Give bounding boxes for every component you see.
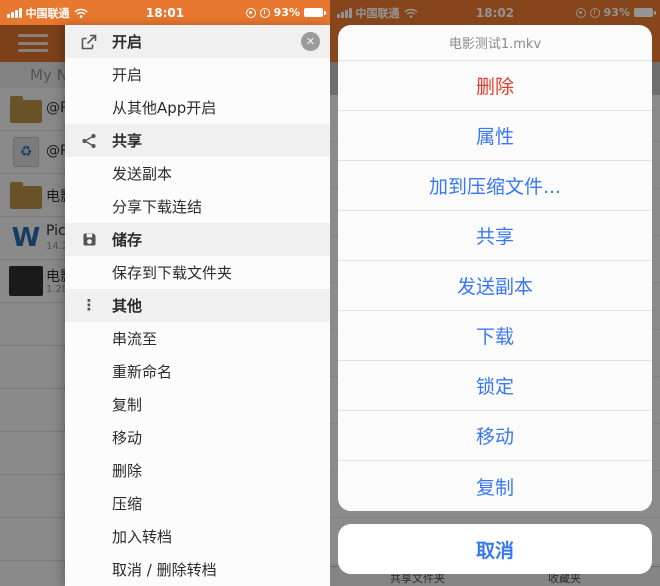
menu-section-other: ⋮ 其他 <box>65 289 330 322</box>
left-status-bar: 中国联通 18:01 93% <box>0 0 330 25</box>
wifi-icon <box>73 8 88 18</box>
open-in-icon <box>80 25 98 58</box>
menu-section-share: 共享 <box>65 124 330 157</box>
menu-section-open: 开启 ✕ <box>65 25 330 58</box>
file-action-sheet: 电影测试1.mkv 删除 属性 加到压缩文件... 共享 发送副本 下载 锁定 … <box>338 25 652 511</box>
sheet-item-move[interactable]: 移动 <box>338 411 652 461</box>
status-time: 18:01 <box>145 5 185 20</box>
menu-section-label: 其他 <box>112 297 143 315</box>
sheet-item-download[interactable]: 下载 <box>338 311 652 361</box>
menu-item-delete[interactable]: 删除 <box>65 454 330 487</box>
menu-section-label: 开启 <box>112 33 143 51</box>
menu-item-share-download-link[interactable]: 分享下载连结 <box>65 190 330 223</box>
more-dots-icon: ⋮ <box>81 296 97 314</box>
menu-item-open-with-other-app[interactable]: 从其他App开启 <box>65 91 330 124</box>
menu-item-rename[interactable]: 重新命名 <box>65 355 330 388</box>
sheet-item-share[interactable]: 共享 <box>338 211 652 261</box>
sheet-item-send-copy[interactable]: 发送副本 <box>338 261 652 311</box>
signal-bars-icon <box>7 7 22 18</box>
file-actions-menu: 开启 ✕ 开启 从其他App开启 共享 发送副本 分享下载连结 储存 保存到下载… <box>65 25 330 586</box>
menu-item-save-to-download-folder[interactable]: 保存到下载文件夹 <box>65 256 330 289</box>
two-screenshot-stage: 中国联通 18:01 93% My NA @R ♻ @R 电影 W Pic 14… <box>0 0 660 586</box>
cancel-button[interactable]: 取消 <box>338 524 652 574</box>
sheet-item-copy[interactable]: 复制 <box>338 461 652 511</box>
close-icon[interactable]: ✕ <box>301 32 320 51</box>
right-phone-screen: 中国联通 18:02 93% 共享文件夹 收藏夹 电影测试1.mkv 删除 属性… <box>330 0 660 586</box>
orientation-lock-icon <box>245 7 256 18</box>
save-icon <box>80 223 98 256</box>
sheet-item-delete[interactable]: 删除 <box>338 61 652 111</box>
menu-item-send-copy[interactable]: 发送副本 <box>65 157 330 190</box>
carrier-label: 中国联通 <box>25 6 70 20</box>
menu-item-compress[interactable]: 压缩 <box>65 487 330 520</box>
menu-item-copy[interactable]: 复制 <box>65 388 330 421</box>
menu-item-cancel-delete-transcode[interactable]: 取消 / 删除转档 <box>65 553 330 586</box>
battery-percent: 93% <box>273 6 300 19</box>
menu-section-save: 储存 <box>65 223 330 256</box>
alarm-icon <box>259 7 270 18</box>
sheet-item-properties[interactable]: 属性 <box>338 111 652 161</box>
menu-item-add-to-transcode[interactable]: 加入转档 <box>65 520 330 553</box>
sheet-item-add-to-archive[interactable]: 加到压缩文件... <box>338 161 652 211</box>
menu-item-open[interactable]: 开启 <box>65 58 330 91</box>
left-phone-screen: 中国联通 18:01 93% My NA @R ♻ @R 电影 W Pic 14… <box>0 0 330 586</box>
left-status-right-group: 93% <box>245 6 326 19</box>
share-icon <box>80 124 98 157</box>
menu-item-move[interactable]: 移动 <box>65 421 330 454</box>
menu-section-label: 共享 <box>112 132 143 150</box>
sheet-item-lock[interactable]: 锁定 <box>338 361 652 411</box>
menu-item-stream-to[interactable]: 串流至 <box>65 322 330 355</box>
battery-icon <box>304 8 326 17</box>
menu-section-label: 储存 <box>112 231 143 249</box>
action-sheet-title: 电影测试1.mkv <box>338 25 652 61</box>
left-status-left-group: 中国联通 <box>7 5 88 21</box>
